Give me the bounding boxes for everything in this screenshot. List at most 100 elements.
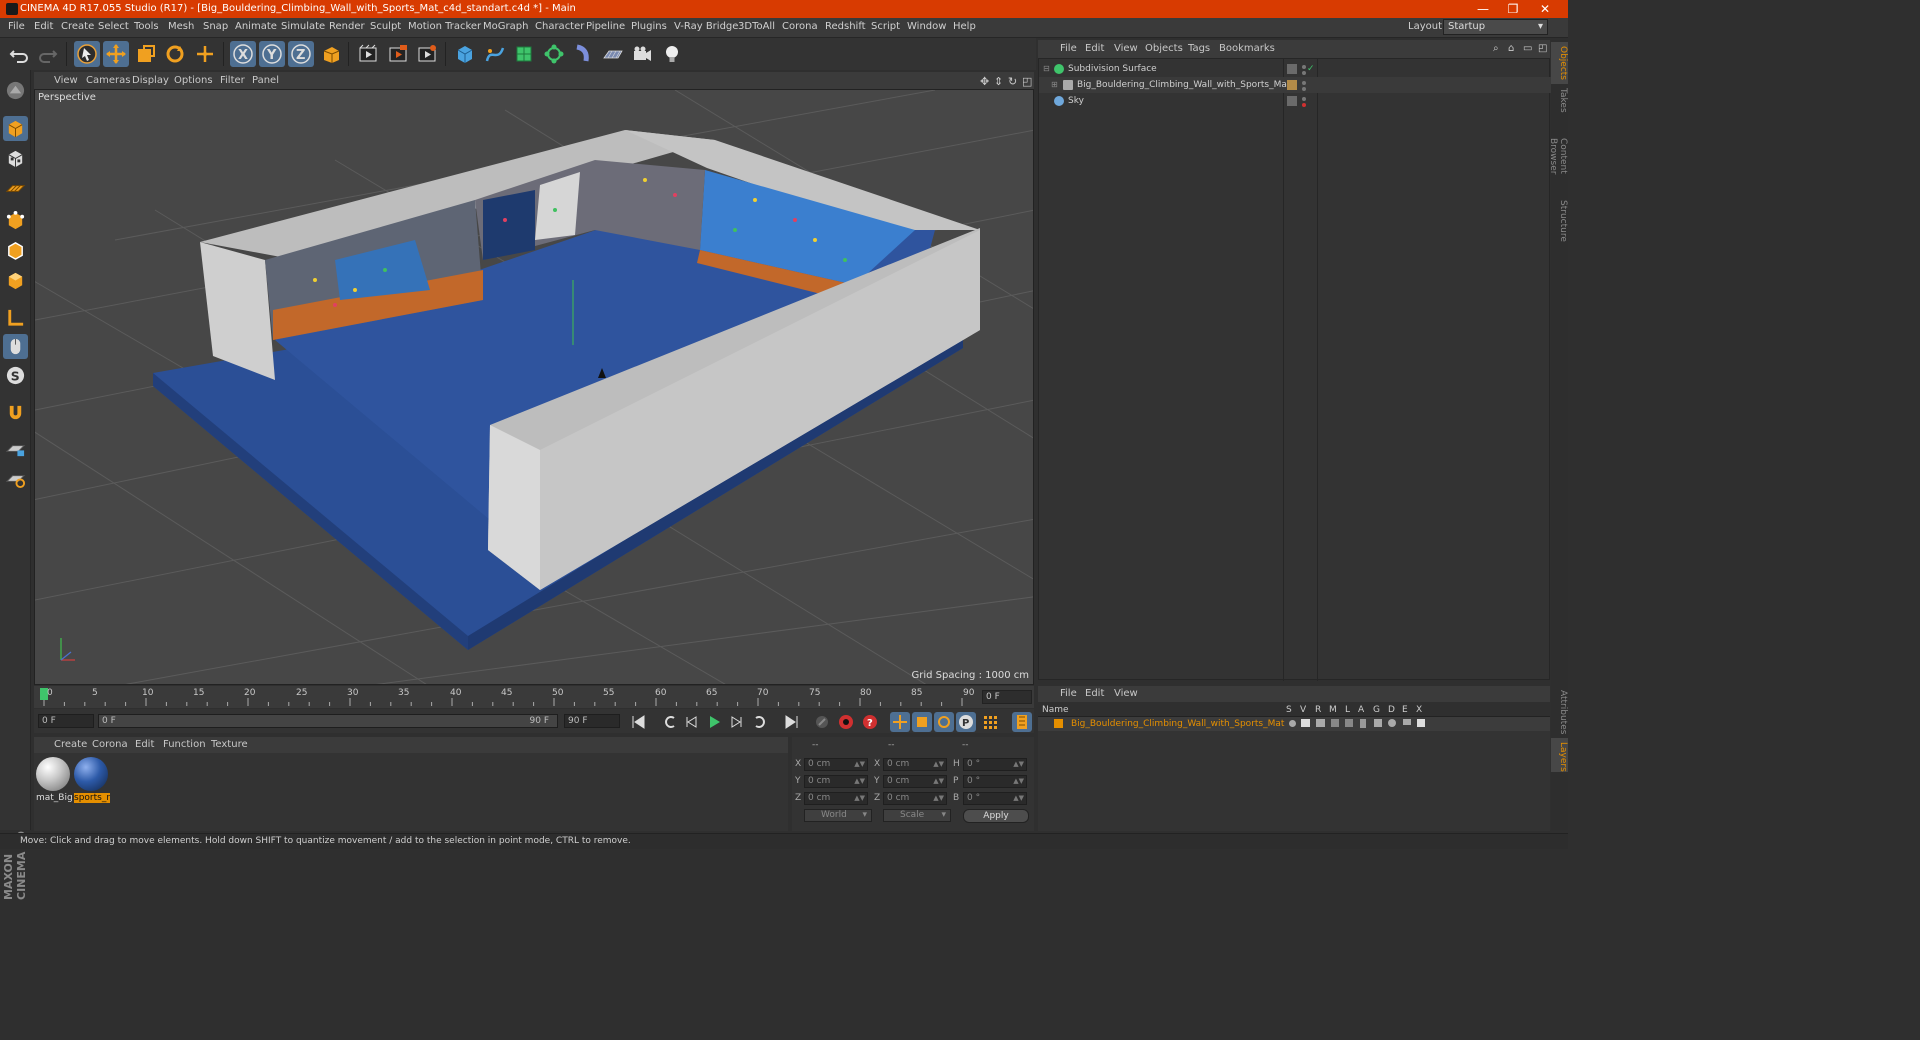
scale-icon[interactable] [133,41,159,67]
edges-mode-icon[interactable] [3,238,28,263]
menu-edit[interactable]: Edit [34,21,53,32]
key-scale-icon[interactable] [912,712,932,732]
coordinate-system-icon[interactable] [318,41,344,67]
light-icon[interactable] [659,41,685,67]
autokey-icon[interactable]: ? [860,712,880,732]
menu-help[interactable]: Help [953,21,976,32]
workplane-snap-icon[interactable] [3,466,28,491]
lock-icon[interactable] [1345,719,1353,727]
magnet-icon[interactable] [3,400,28,425]
object-row[interactable]: ⊟ Subdivision Surface ✓ [1039,61,1551,77]
viewport-menu-panel[interactable]: Panel [252,75,279,86]
live-select-icon[interactable] [192,41,218,67]
material-menu-texture[interactable]: Texture [211,739,248,750]
x-axis-icon[interactable]: X [230,41,256,67]
xref-icon[interactable] [1417,719,1425,727]
maximize-button[interactable]: ❐ [1498,0,1528,18]
polygons-mode-icon[interactable] [3,268,28,293]
cube-primitive-icon[interactable] [452,41,478,67]
generators-icon[interactable] [1374,719,1382,727]
layer-menu-edit[interactable]: Edit [1085,688,1104,699]
tab-attributes[interactable]: Attributes [1551,686,1568,736]
snap-icon[interactable]: S [3,363,28,388]
menu-select[interactable]: Select [98,21,129,32]
array-icon[interactable] [541,41,567,67]
menu-plugins[interactable]: Plugins [631,21,667,32]
material-menu-edit[interactable]: Edit [135,739,154,750]
layer-menu-view[interactable]: View [1114,688,1138,699]
edit-render-settings-icon[interactable] [414,41,440,67]
viewport-solo-icon[interactable] [3,78,28,103]
current-frame-field[interactable]: 0 F [982,690,1032,704]
editor-visibility-icon[interactable] [1302,97,1306,101]
texture-mode-icon[interactable] [3,146,28,171]
camera-icon[interactable] [629,41,655,67]
object-menu-tags[interactable]: Tags [1188,43,1210,54]
menu-mograph[interactable]: MoGraph [483,21,528,32]
start-frame-field[interactable]: 0 F [38,714,94,728]
render-icon[interactable] [1316,719,1325,727]
object-menu-edit[interactable]: Edit [1085,43,1104,54]
floor-icon[interactable] [600,41,626,67]
menu-tools[interactable]: Tools [134,21,159,32]
menu-3dtoall[interactable]: 3DToAll [738,21,775,32]
3d-viewport[interactable]: Perspective Grid Spacing : 1000 cm [34,89,1034,685]
menu-animate[interactable]: Animate [235,21,277,32]
menu-corona[interactable]: Corona [782,21,818,32]
play-icon[interactable] [704,712,724,732]
new-view-icon[interactable]: ▭ [1523,43,1532,54]
viewport-menu-options[interactable]: Options [174,75,213,86]
key-rotation-icon[interactable] [934,712,954,732]
next-frame-icon[interactable] [726,712,746,732]
object-menu-bookmarks[interactable]: Bookmarks [1219,43,1275,54]
end-frame-field[interactable]: 90 F [564,714,620,728]
key-pla-icon[interactable] [980,712,1000,732]
size-y-field[interactable]: 0 cm ▲▼ [883,775,947,788]
search-icon[interactable]: ⌕ [1493,43,1499,54]
editor-visibility-icon[interactable] [1302,65,1306,69]
z-axis-icon[interactable]: Z [288,41,314,67]
render-picture-viewer-icon[interactable] [385,41,411,67]
timeline-window-icon[interactable] [1012,712,1032,732]
menu-render[interactable]: Render [329,21,365,32]
go-to-start-icon[interactable] [628,712,648,732]
points-mode-icon[interactable] [3,208,28,233]
previous-key-icon[interactable] [660,712,680,732]
viewport-rotate-icon[interactable]: ↻ [1008,75,1017,88]
material-swatch[interactable]: mat_Big [36,757,72,803]
manager-icon[interactable] [1331,719,1339,727]
expand-icon[interactable]: ⊟ [1043,64,1050,73]
deformers-icon[interactable] [1388,719,1396,727]
keyframe-selection-icon[interactable] [812,712,832,732]
viewport-menu-cameras[interactable]: Cameras [86,75,130,86]
spline-pen-icon[interactable] [482,41,508,67]
viewport-menu-filter[interactable]: Filter [220,75,245,86]
move-icon[interactable] [103,41,129,67]
view-visibility-icon[interactable] [1301,719,1310,727]
key-position-icon[interactable] [890,712,910,732]
maximize-icon[interactable]: ◰ [1538,43,1547,54]
material-menu-function[interactable]: Function [163,739,206,750]
go-to-end-icon[interactable] [782,712,802,732]
redo-icon[interactable] [35,41,61,67]
position-x-field[interactable]: 0 cm ▲▼ [804,758,868,771]
home-icon[interactable]: ⌂ [1508,43,1514,54]
viewport-dolly-icon[interactable]: ⇕ [994,75,1003,88]
editor-visibility-icon[interactable] [1302,81,1306,85]
timeline-ruler[interactable]: 0 5 10 15 20 25 30 35 40 45 50 55 60 65 … [34,686,1034,708]
object-menu-objects[interactable]: Objects [1145,43,1183,54]
material-menu-create[interactable]: Create [54,739,87,750]
workplane-lock-icon[interactable] [3,436,28,461]
menu-vray-bridge[interactable]: V-Ray Bridge [674,21,738,32]
object-row[interactable]: ⊞ Big_Bouldering_Climbing_Wall_with_Spor… [1039,77,1551,93]
deformer-icon[interactable] [570,41,596,67]
rotation-p-field[interactable]: 0 ° ▲▼ [963,775,1027,788]
render-view-icon[interactable] [355,41,381,67]
previous-frame-icon[interactable] [682,712,702,732]
menu-motion-tracker[interactable]: Motion Tracker [408,21,481,32]
record-key-icon[interactable] [836,712,856,732]
axis-mode-icon[interactable] [3,305,28,330]
apply-button[interactable]: Apply [963,809,1029,823]
expand-icon[interactable]: ⊞ [1051,80,1058,89]
tab-structure[interactable]: Structure [1551,196,1568,244]
